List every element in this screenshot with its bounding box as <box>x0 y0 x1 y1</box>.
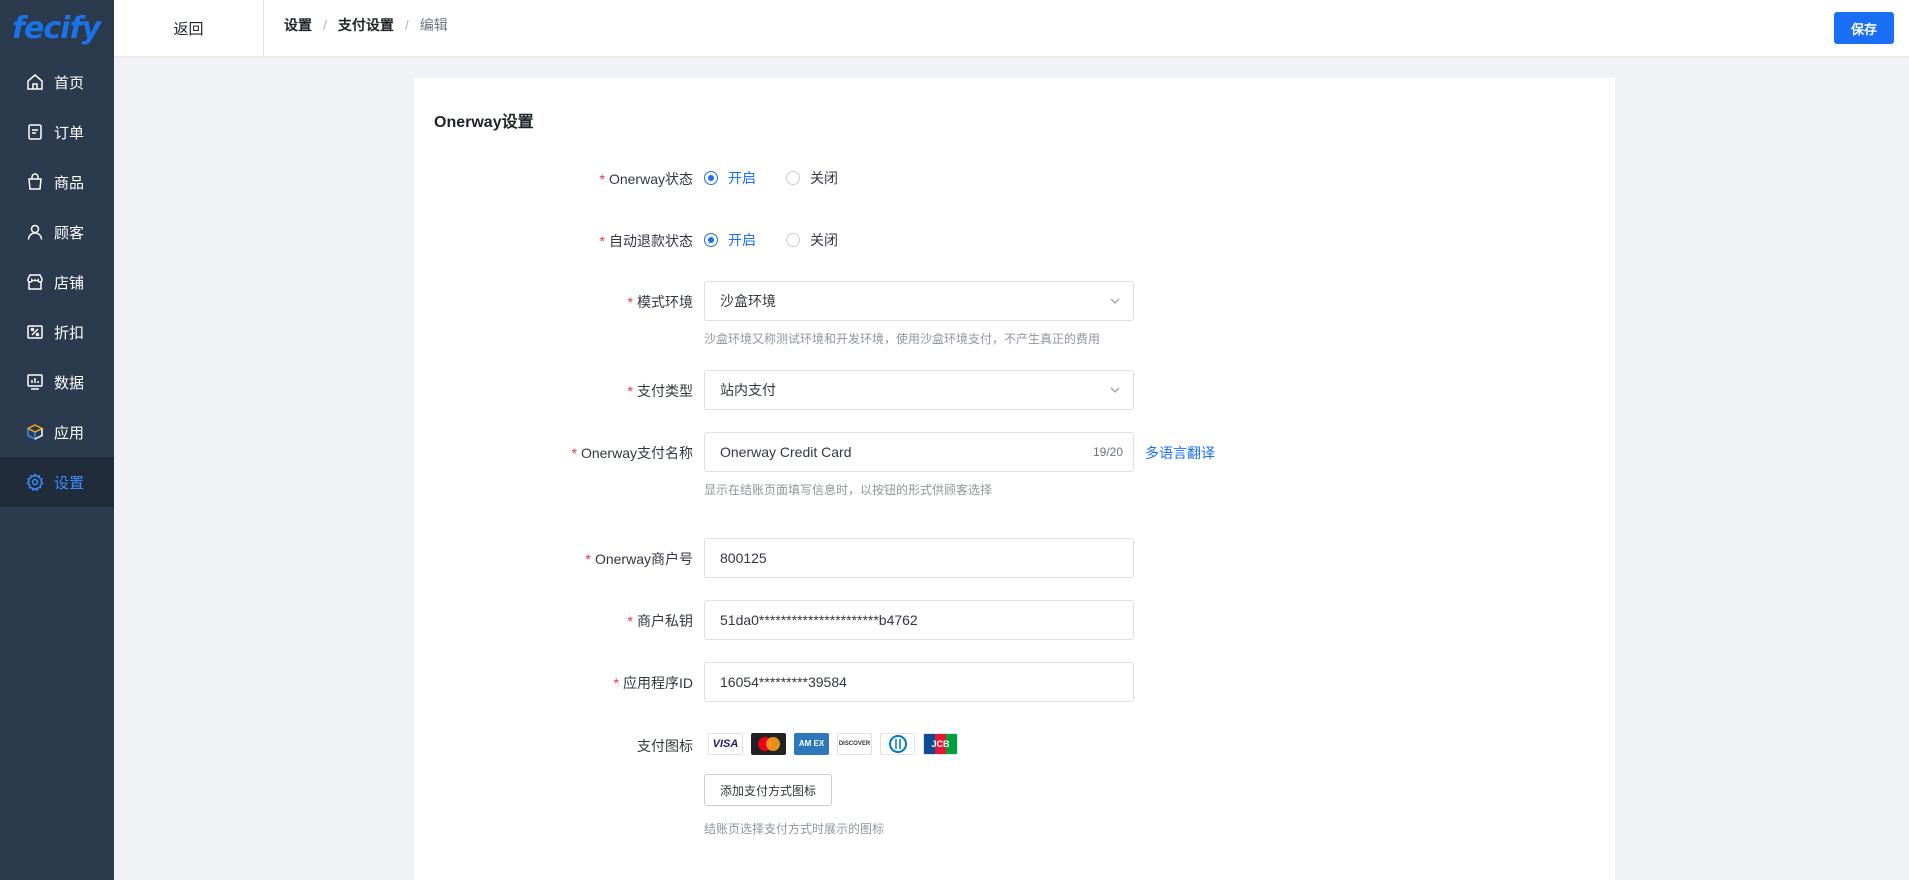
sidebar-item-discounts[interactable]: 折扣 <box>0 307 114 357</box>
pay-icons-label: 支付图标 <box>637 738 693 754</box>
sidebar-item-label: 折扣 <box>54 324 85 342</box>
discover-icon: DISCOVER <box>837 733 872 755</box>
chevron-down-icon <box>1110 298 1120 304</box>
status-radio-group: 开启 关闭 <box>704 168 868 188</box>
radio-dot <box>704 233 718 247</box>
app-id-input[interactable]: 16054*********39584 <box>704 662 1134 702</box>
mode-select-value: 沙盒环境 <box>720 293 776 309</box>
pay-name-input[interactable]: Onerway Credit Card 19/20 <box>704 432 1134 472</box>
merchant-key-row: * 商户私钥 51da0**********************b4762 <box>414 600 1615 640</box>
order-icon <box>26 123 44 141</box>
sidebar-item-label: 店铺 <box>54 274 85 292</box>
auto-refund-radio-group: 开启 关闭 <box>704 230 868 250</box>
breadcrumb-edit: 编辑 <box>419 17 448 33</box>
sidebar-item-label: 首页 <box>54 74 85 92</box>
sidebar-item-customers[interactable]: 顾客 <box>0 207 114 257</box>
breadcrumb-separator: / <box>323 17 327 33</box>
pay-name-row: * Onerway支付名称 Onerway Credit Card 19/20 多… <box>414 432 1615 512</box>
radio-dot <box>704 171 718 185</box>
sidebar-item-label: 商品 <box>54 174 85 192</box>
user-icon <box>26 223 44 241</box>
home-icon <box>26 73 44 91</box>
merchant-key-value: 51da0**********************b4762 <box>720 612 918 628</box>
add-pay-icon-button[interactable]: 添加支付方式图标 <box>704 774 832 806</box>
jcb-icon: JCB <box>923 733 958 755</box>
char-counter: 19/20 <box>1092 445 1123 459</box>
pay-type-select-value: 站内支付 <box>720 382 776 398</box>
merchant-no-value: 800125 <box>720 550 767 566</box>
bag-icon <box>26 173 44 191</box>
sidebar-item-store[interactable]: 店铺 <box>0 257 114 307</box>
status-label: * Onerway状态 <box>599 171 693 187</box>
pay-name-input-value: Onerway Credit Card <box>720 444 852 460</box>
multi-language-link[interactable]: 多语言翻译 <box>1145 443 1215 463</box>
sidebar-nav: 首页 订单 商品 顾客 店铺 折扣 数据 应用 设置 <box>0 57 114 507</box>
pay-icons-list: VISA AM EX DISCOVER JCB <box>708 733 958 755</box>
merchant-key-input[interactable]: 51da0**********************b4762 <box>704 600 1134 640</box>
jcb-text: JCB <box>931 739 950 749</box>
radio-dot <box>786 171 800 185</box>
breadcrumb-payment-settings[interactable]: 支付设置 <box>338 15 394 35</box>
auto-refund-label: * 自动退款状态 <box>599 233 693 249</box>
settings-card: Onerway设置 * Onerway状态 开启 关闭 * 自动退款状态 开启 关闭… <box>414 78 1615 880</box>
app-id-value: 16054*********39584 <box>720 674 847 690</box>
auto-refund-row: * 自动退款状态 开启 关闭 <box>414 230 1615 250</box>
merchant-key-label: * 商户私钥 <box>627 613 693 629</box>
sidebar-item-label: 数据 <box>54 374 85 392</box>
pay-icons-hint: 结账页选择支付方式时展示的图标 <box>704 822 885 836</box>
sidebar-item-orders[interactable]: 订单 <box>0 107 114 157</box>
store-icon <box>26 273 44 291</box>
app-id-row: * 应用程序ID 16054*********39584 <box>414 662 1615 702</box>
diners-icon <box>880 733 915 755</box>
chevron-down-icon <box>1110 387 1120 393</box>
merchant-no-label: * Onerway商户号 <box>585 551 693 567</box>
mode-hint: 沙盒环境又称测试环境和开发环境，使用沙盒环境支付，不产生真正的费用 <box>704 332 1101 346</box>
app-id-label: * 应用程序ID <box>613 675 693 691</box>
app-icon <box>26 423 44 441</box>
sidebar-item-apps[interactable]: 应用 <box>0 407 114 457</box>
pay-type-row: * 支付类型 站内支付 <box>414 370 1615 410</box>
breadcrumb-separator: / <box>404 17 409 33</box>
status-row: * Onerway状态 开启 关闭 <box>414 168 1615 188</box>
sidebar-item-data[interactable]: 数据 <box>0 357 114 407</box>
back-button[interactable]: 返回 <box>114 0 264 57</box>
auto-refund-off-radio[interactable]: 关闭 <box>786 230 838 250</box>
mode-label: * 模式环境 <box>627 294 693 310</box>
sidebar-item-home[interactable]: 首页 <box>0 57 114 107</box>
sidebar-item-label: 顾客 <box>54 224 85 242</box>
status-off-radio[interactable]: 关闭 <box>786 168 838 188</box>
sidebar-item-label: 订单 <box>54 124 85 142</box>
sidebar-item-label: 应用 <box>54 424 85 442</box>
discount-icon <box>26 323 44 341</box>
mode-select[interactable]: 沙盒环境 <box>704 281 1134 321</box>
auto-refund-on-radio[interactable]: 开启 <box>704 230 756 250</box>
pay-type-select[interactable]: 站内支付 <box>704 370 1134 410</box>
sidebar-item-label: 设置 <box>54 474 85 492</box>
chart-icon <box>26 373 44 391</box>
sidebar-item-products[interactable]: 商品 <box>0 157 114 207</box>
sidebar: fecify 首页 订单 商品 顾客 店铺 折扣 数据 应用 设置 <box>0 0 114 880</box>
mastercard-icon <box>751 733 786 755</box>
pay-name-hint: 显示在结账页面填写信息时，以按钮的形式供顾客选择 <box>704 483 993 497</box>
merchant-no-input[interactable]: 800125 <box>704 538 1134 578</box>
breadcrumb: 设置 / 支付设置 / 编辑 <box>284 0 448 50</box>
visa-icon: VISA <box>708 733 743 755</box>
logo[interactable]: fecify <box>0 0 114 57</box>
topbar: 返回 设置 / 支付设置 / 编辑 保存 <box>114 0 1909 57</box>
sidebar-item-settings[interactable]: 设置 <box>0 457 114 507</box>
gear-icon <box>26 473 44 491</box>
save-button[interactable]: 保存 <box>1834 12 1894 44</box>
pay-name-label: * Onerway支付名称 <box>571 445 693 461</box>
mode-row: * 模式环境 沙盒环境 沙盒环境又称测试环境和开发环境，使用沙盒环境支付，不产生真… <box>414 281 1615 361</box>
pay-type-label: * 支付类型 <box>627 383 693 399</box>
breadcrumb-settings[interactable]: 设置 <box>284 15 312 35</box>
status-on-radio[interactable]: 开启 <box>704 168 756 188</box>
radio-dot <box>786 233 800 247</box>
amex-icon: AM EX <box>794 733 829 755</box>
pay-icons-row: 支付图标 VISA AM EX DISCOVER JCB 添加支付方式图标 结账… <box>414 733 1615 880</box>
page-title: Onerway设置 <box>434 114 534 131</box>
logo-text: fecify <box>12 11 101 46</box>
merchant-no-row: * Onerway商户号 800125 <box>414 538 1615 578</box>
